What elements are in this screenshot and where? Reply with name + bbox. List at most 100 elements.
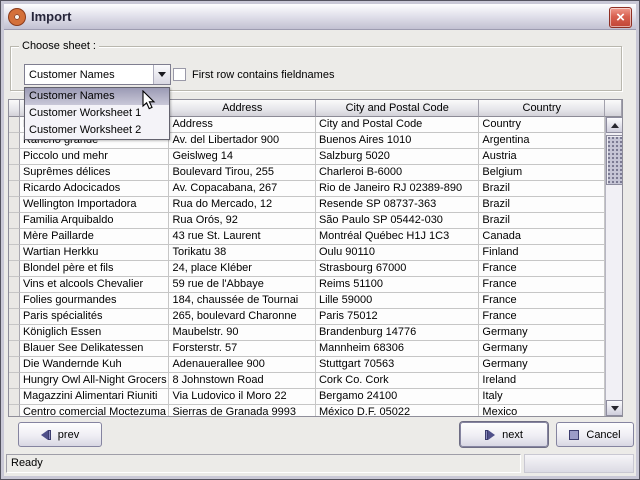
table-cell: Brandenburg 14776 <box>316 325 479 341</box>
row-gutter <box>9 213 20 229</box>
table-cell: France <box>479 309 605 325</box>
table-cell: Montréal Québec H1J 1C3 <box>316 229 479 245</box>
mouse-cursor <box>142 90 158 112</box>
table-cell: Wartian Herkku <box>20 245 170 261</box>
row-gutter <box>9 165 20 181</box>
table-cell: México D.F. 05022 <box>316 405 479 416</box>
table-cell: 8 Johnstown Road <box>169 373 316 389</box>
row-gutter <box>9 373 20 389</box>
cancel-icon <box>569 430 579 440</box>
app-logo-icon <box>9 9 25 25</box>
table-cell: Piccolo und mehr <box>20 149 170 165</box>
table-cell: Blondel père et fils <box>20 261 170 277</box>
row-gutter <box>9 389 20 405</box>
groupbox-label: Choose sheet : <box>19 40 99 52</box>
row-gutter <box>9 309 20 325</box>
table-cell: São Paulo SP 05442-030 <box>316 213 479 229</box>
table-cell: Charleroi B-6000 <box>316 165 479 181</box>
table-cell: Paris 75012 <box>316 309 479 325</box>
table-cell: Brazil <box>479 181 605 197</box>
status-bar: Ready <box>4 453 636 474</box>
table-cell: Sierras de Granada 9993 <box>169 405 316 416</box>
table-cell: Germany <box>479 341 605 357</box>
status-progress-panel <box>524 454 634 473</box>
table-cell: Brazil <box>479 213 605 229</box>
table-row: Königlich EssenMaubelstr. 90Brandenburg … <box>9 325 605 341</box>
table-body: NameAddressCity and Postal CodeCountryRa… <box>9 117 605 416</box>
next-button-label: next <box>502 429 523 441</box>
close-icon[interactable]: × <box>609 7 632 28</box>
row-gutter <box>9 357 20 373</box>
table-cell: Lille 59000 <box>316 293 479 309</box>
table-cell: Geislweg 14 <box>169 149 316 165</box>
table-row: Blauer See DelikatessenForsterstr. 57Man… <box>9 341 605 357</box>
table-cell: France <box>479 261 605 277</box>
table-cell: Die Wandernde Kuh <box>20 357 170 373</box>
combobox-dropdown-button[interactable] <box>153 65 170 84</box>
row-gutter <box>9 405 20 416</box>
prev-icon <box>41 430 51 440</box>
table-cell: Rio de Janeiro RJ 02389-890 <box>316 181 479 197</box>
table-row: Die Wandernde KuhAdenauerallee 900Stuttg… <box>9 357 605 373</box>
checkbox-label: First row contains fieldnames <box>192 69 334 81</box>
dropdown-item[interactable]: Customer Worksheet 2 <box>25 122 169 139</box>
table-row: Folies gourmandes184, chaussée de Tourna… <box>9 293 605 309</box>
preview-table: Name Address City and Postal Code Countr… <box>8 99 623 417</box>
table-cell: Italy <box>479 389 605 405</box>
table-cell: Adenauerallee 900 <box>169 357 316 373</box>
table-cell: Finland <box>479 245 605 261</box>
table-cell: 184, chaussée de Tournai <box>169 293 316 309</box>
arrow-down-icon <box>611 406 619 411</box>
table-cell: Stuttgart 70563 <box>316 357 479 373</box>
scroll-down-button[interactable] <box>606 400 623 416</box>
table-cell: Vins et alcools Chevalier <box>20 277 170 293</box>
table-row: Vins et alcools Chevalier59 rue de l'Abb… <box>9 277 605 293</box>
sheet-combobox[interactable]: Customer Names <box>24 64 171 85</box>
table-cell: Germany <box>479 325 605 341</box>
table-cell: Familia Arquibaldo <box>20 213 170 229</box>
table-cell: Canada <box>479 229 605 245</box>
combobox-value: Customer Names <box>25 69 153 81</box>
table-row: Suprêmes délicesBoulevard Tirou, 255Char… <box>9 165 605 181</box>
table-cell: Mexico <box>479 405 605 416</box>
table-cell: Hungry Owl All-Night Grocers <box>20 373 170 389</box>
table-cell: Rua Orós, 92 <box>169 213 316 229</box>
scrollbar-thumb[interactable] <box>606 135 623 185</box>
vertical-scrollbar[interactable] <box>605 117 622 416</box>
row-gutter <box>9 117 20 133</box>
row-gutter <box>9 245 20 261</box>
table-cell: Mannheim 68306 <box>316 341 479 357</box>
table-row: Magazzini Alimentari RiunitiVia Ludovico… <box>9 389 605 405</box>
chevron-down-icon <box>158 72 166 77</box>
table-cell: 43 rue St. Laurent <box>169 229 316 245</box>
table-cell: 265, boulevard Charonne <box>169 309 316 325</box>
status-text: Ready <box>6 454 521 473</box>
table-cell: Strasbourg 67000 <box>316 261 479 277</box>
fieldnames-check-row: First row contains fieldnames <box>173 68 334 81</box>
cancel-button[interactable]: Cancel <box>556 422 634 447</box>
header-scrollbar-spacer <box>605 100 622 117</box>
table-cell: Reims 51100 <box>316 277 479 293</box>
table-cell: Bergamo 24100 <box>316 389 479 405</box>
arrow-up-icon <box>611 123 619 128</box>
header-city-postal: City and Postal Code <box>316 100 479 117</box>
row-gutter <box>9 293 20 309</box>
row-gutter <box>9 229 20 245</box>
table-row: Ricardo AdocicadosAv. Copacabana, 267Rio… <box>9 181 605 197</box>
table-cell: Maubelstr. 90 <box>169 325 316 341</box>
table-cell: Belgium <box>479 165 605 181</box>
first-row-fieldnames-checkbox[interactable] <box>173 68 186 81</box>
table-cell: Torikatu 38 <box>169 245 316 261</box>
next-button[interactable]: next <box>460 422 548 447</box>
table-cell: Salzburg 5020 <box>316 149 479 165</box>
titlebar: Import × <box>4 4 636 30</box>
table-cell: Mère Paillarde <box>20 229 170 245</box>
prev-button[interactable]: prev <box>18 422 102 447</box>
row-gutter <box>9 341 20 357</box>
scroll-up-button[interactable] <box>606 117 623 133</box>
table-cell: France <box>479 277 605 293</box>
table-cell: Paris spécialités <box>20 309 170 325</box>
table-row: Centro comercial MoctezumaSierras de Gra… <box>9 405 605 416</box>
table-cell: Ricardo Adocicados <box>20 181 170 197</box>
table-cell: Av. del Libertador 900 <box>169 133 316 149</box>
